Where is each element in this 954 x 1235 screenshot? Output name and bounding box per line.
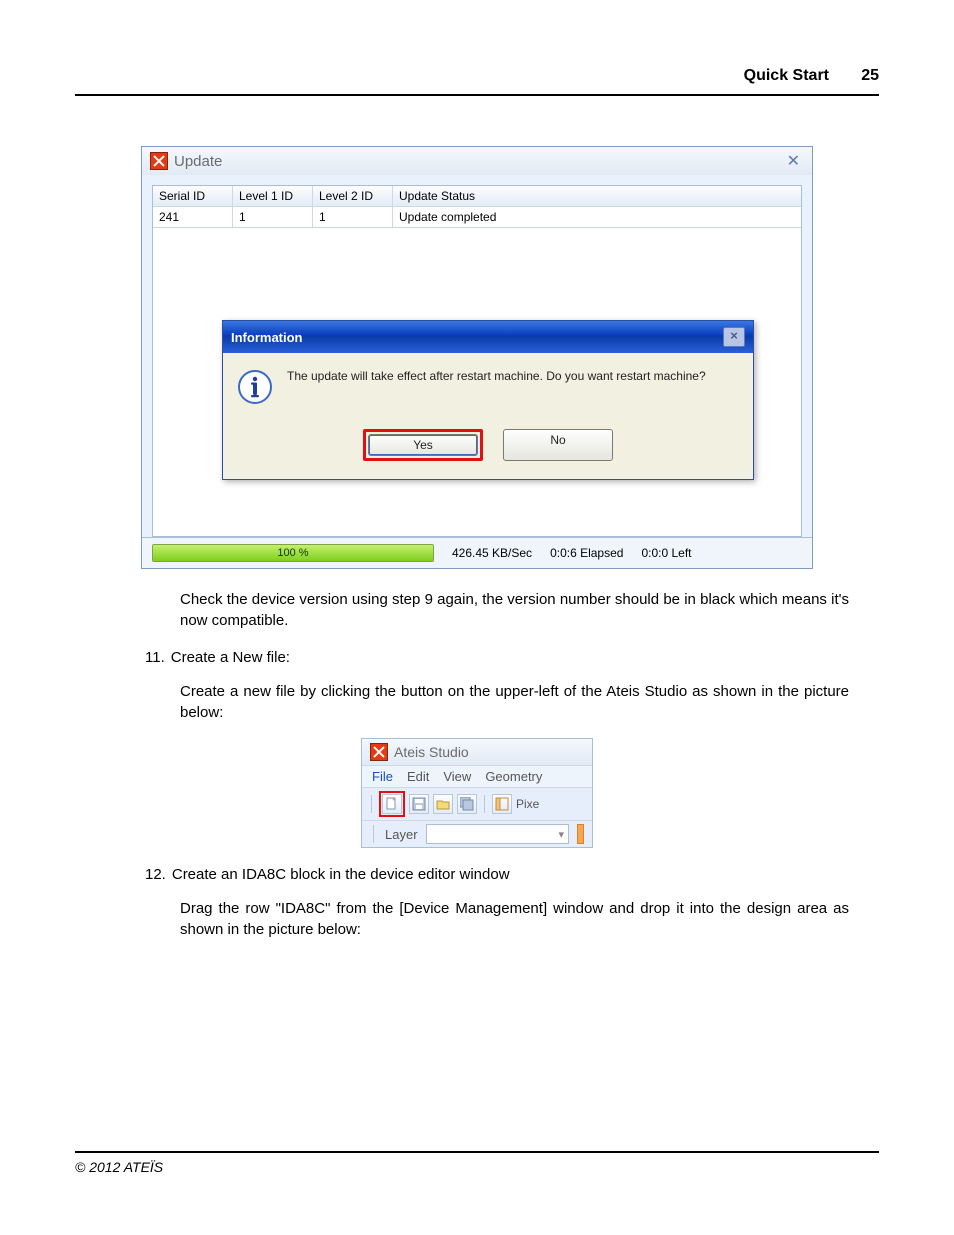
col-update-status[interactable]: Update Status — [393, 186, 801, 206]
pixe-label: Pixe — [516, 797, 539, 811]
chevron-down-icon: ▾ — [558, 828, 564, 841]
update-window-title: Update — [174, 153, 222, 170]
step-11-title: Create a New file: — [171, 649, 290, 666]
header-section-title: Quick Start — [744, 67, 829, 85]
toolbar-separator — [484, 795, 485, 813]
step-11: 11. Create a New file: — [145, 649, 879, 666]
app-icon — [150, 152, 168, 170]
col-serial-id[interactable]: Serial ID — [153, 186, 233, 206]
close-icon[interactable]: × — [723, 327, 745, 347]
cell-status: Update completed — [393, 207, 801, 227]
layer-combobox[interactable]: ▾ — [426, 824, 569, 844]
new-file-highlight — [379, 791, 405, 817]
menu-bar: File Edit View Geometry — [362, 765, 592, 788]
paragraph-check-version: Check the device version using step 9 ag… — [180, 589, 849, 631]
table-row[interactable]: 241 1 1 Update completed — [153, 207, 801, 228]
no-button[interactable]: No — [503, 429, 613, 461]
transfer-rate: 426.45 KB/Sec — [452, 546, 532, 560]
cell-l1: 1 — [233, 207, 313, 227]
step-11-paragraph: Create a new file by clicking the button… — [180, 681, 849, 723]
ateis-studio-window: Ateis Studio File Edit View Geometry — [361, 738, 593, 848]
information-dialog: Information × — [222, 320, 754, 480]
yes-button-highlight: Yes — [363, 429, 483, 461]
information-titlebar: Information × — [223, 321, 753, 353]
menu-file[interactable]: File — [372, 769, 393, 784]
step-11-number: 11. — [145, 649, 165, 666]
new-file-button[interactable] — [382, 794, 402, 814]
app-icon — [370, 743, 388, 761]
col-level1-id[interactable]: Level 1 ID — [233, 186, 313, 206]
page-header: Quick Start 25 — [75, 70, 879, 96]
page-footer: © 2012 ATEÏS — [75, 1151, 879, 1175]
layer-bar: Layer ▾ — [362, 821, 592, 847]
cell-l2: 1 — [313, 207, 393, 227]
ateis-studio-titlebar: Ateis Studio — [362, 739, 592, 765]
step-12-title: Create an IDA8C block in the device edit… — [172, 866, 510, 883]
grid-header-row: Serial ID Level 1 ID Level 2 ID Update S… — [153, 186, 801, 207]
time-left: 0:0:0 Left — [641, 546, 691, 560]
step-12-number: 12. — [145, 866, 166, 883]
update-window: Update ✕ Serial ID Level 1 ID Level 2 ID… — [141, 146, 813, 569]
layer-label: Layer — [385, 827, 418, 842]
open-button[interactable] — [433, 794, 453, 814]
toolbar-grip — [373, 825, 374, 843]
close-icon[interactable]: ✕ — [783, 151, 804, 171]
toolbar: Pixe — [362, 788, 592, 821]
col-level2-id[interactable]: Level 2 ID — [313, 186, 393, 206]
header-page-number: 25 — [861, 67, 879, 85]
menu-edit[interactable]: Edit — [407, 769, 429, 784]
elapsed-time: 0:0:6 Elapsed — [550, 546, 623, 560]
save-all-button[interactable] — [457, 794, 477, 814]
progress-percent: 100 % — [153, 545, 433, 561]
step-12: 12. Create an IDA8C block in the device … — [145, 866, 879, 883]
cell-serial: 241 — [153, 207, 233, 227]
ateis-studio-title: Ateis Studio — [394, 744, 469, 760]
progress-bar: 100 % — [152, 544, 434, 562]
information-message: The update will take effect after restar… — [287, 369, 706, 383]
information-title: Information — [231, 330, 303, 345]
menu-view[interactable]: View — [443, 769, 471, 784]
save-button[interactable] — [409, 794, 429, 814]
update-status-bar: 100 % 426.45 KB/Sec 0:0:6 Elapsed 0:0:0 … — [142, 537, 812, 568]
step-12-paragraph: Drag the row "IDA8C" from the [Device Ma… — [180, 898, 849, 940]
layout-button[interactable] — [492, 794, 512, 814]
toolbar-grip — [371, 795, 372, 813]
footer-copyright: © 2012 ATEÏS — [75, 1159, 163, 1175]
info-icon — [237, 369, 273, 405]
dock-handle[interactable] — [577, 824, 584, 844]
menu-geometry[interactable]: Geometry — [485, 769, 542, 784]
yes-button[interactable]: Yes — [368, 434, 478, 456]
update-window-titlebar: Update ✕ — [142, 147, 812, 175]
